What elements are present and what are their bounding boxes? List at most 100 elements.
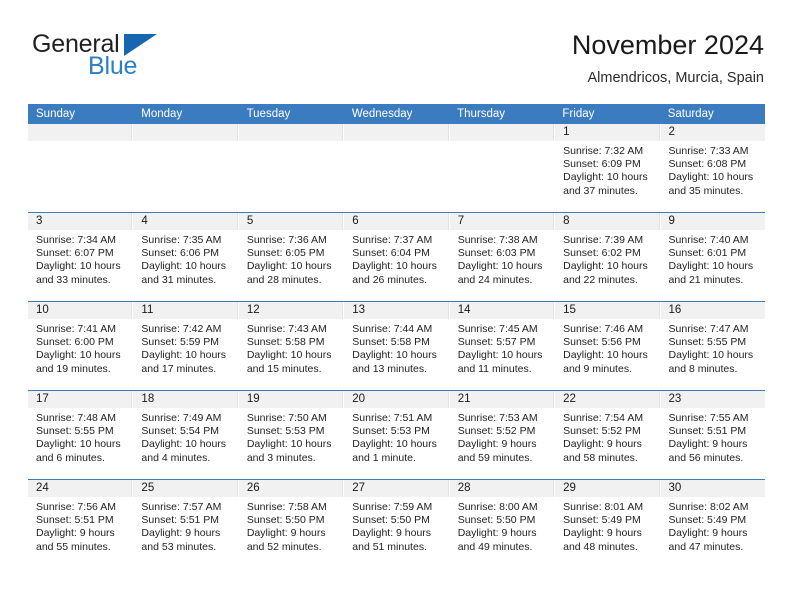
day-number-band: 13 — [344, 302, 449, 319]
sunrise-text: Sunrise: 7:46 AM — [563, 323, 644, 335]
sunrise-text: Sunrise: 7:50 AM — [246, 412, 327, 424]
day-number: 23 — [668, 393, 682, 405]
calendar-day-cell[interactable]: 7 Sunrise: 7:38 AM Sunset: 6:03 PM Daylight… — [449, 213, 556, 301]
weekday-header-row: Sunday Monday Tuesday Wednesday Thursday… — [28, 104, 765, 124]
sunset-text: Sunset: 6:01 PM — [668, 247, 747, 260]
daylight-text-line1: Daylight: 10 hours — [352, 349, 437, 362]
calendar-day-cell[interactable]: 24 Sunrise: 7:56 AM Sunset: 5:51 PM Dayligh… — [28, 480, 134, 568]
calendar-day-cell[interactable]: 28 Sunrise: 8:00 AM Sunset: 5:50 PM Dayligh… — [449, 480, 556, 568]
brand-logo[interactable]: General Blue — [28, 32, 208, 88]
day-number-band: 25 — [133, 480, 238, 497]
daylight-text-line1: Daylight: 10 hours — [36, 438, 121, 451]
weekday-header-monday: Monday — [141, 108, 183, 120]
sunset-text: Sunset: 6:04 PM — [352, 247, 430, 260]
calendar-day-cell[interactable]: 21 Sunrise: 7:53 AM Sunset: 5:52 PM Dayligh… — [449, 391, 556, 479]
day-number-band: 15 — [555, 302, 660, 319]
calendar-day-cell[interactable]: 20 Sunrise: 7:51 AM Sunset: 5:53 PM Dayligh… — [344, 391, 450, 479]
calendar-day-cell[interactable]: 23 Sunrise: 7:55 AM Sunset: 5:51 PM Dayligh… — [660, 391, 765, 479]
daylight-text-line1: Daylight: 10 hours — [668, 349, 754, 362]
calendar-day-cell[interactable]: 17 Sunrise: 7:48 AM Sunset: 5:55 PM Dayligh… — [28, 391, 134, 479]
day-number: 16 — [668, 304, 682, 316]
daylight-text-line1: Daylight: 9 hours — [668, 527, 748, 540]
calendar-day-cell[interactable]: 29 Sunrise: 8:01 AM Sunset: 5:49 PM Dayligh… — [555, 480, 661, 568]
daylight-text-line2: and 3 minutes. — [246, 451, 316, 464]
day-details: Sunrise: 7:58 AM Sunset: 5:50 PM Daylight:… — [239, 497, 343, 554]
sunset-text: Sunset: 5:52 PM — [563, 425, 641, 438]
calendar-day-cell[interactable]: 1 Sunrise: 7:32 AM Sunset: 6:09 PM Daylight… — [555, 124, 661, 212]
calendar-day-cell[interactable]: 18 Sunrise: 7:49 AM Sunset: 5:54 PM Dayligh… — [133, 391, 239, 479]
day-number-band: 11 — [133, 302, 238, 319]
daylight-text-line2: and 28 minutes. — [246, 273, 322, 286]
day-number-band: 27 — [344, 480, 449, 497]
day-details: Sunrise: 7:56 AM Sunset: 5:51 PM Daylight:… — [28, 497, 132, 554]
calendar-day-cell[interactable]: 10 Sunrise: 7:41 AM Sunset: 6:00 PM Dayligh… — [28, 302, 134, 390]
calendar-day-cell[interactable]: 27 Sunrise: 7:59 AM Sunset: 5:50 PM Dayligh… — [344, 480, 450, 568]
sunset-text: Sunset: 5:50 PM — [457, 514, 536, 527]
calendar-day-cell[interactable]: 8 Sunrise: 7:39 AM Sunset: 6:02 PM Daylight… — [555, 213, 661, 301]
daylight-text-line2: and 56 minutes. — [668, 451, 744, 464]
calendar-weeks: 1 Sunrise: 7:32 AM Sunset: 6:09 PM Daylight… — [28, 124, 765, 568]
calendar-day-cell[interactable]: 5 Sunrise: 7:36 AM Sunset: 6:05 PM Daylight… — [238, 213, 345, 301]
calendar-day-cell[interactable]: 26 Sunrise: 7:58 AM Sunset: 5:50 PM Dayligh… — [238, 480, 345, 568]
weekday-header-friday: Friday — [562, 108, 595, 120]
daylight-text-line2: and 26 minutes. — [352, 273, 427, 286]
calendar-day-cell[interactable]: 2 Sunrise: 7:33 AM Sunset: 6:08 PM Daylight… — [660, 124, 765, 212]
calendar-day-cell[interactable]: 11 Sunrise: 7:42 AM Sunset: 5:59 PM Dayligh… — [133, 302, 239, 390]
day-number-band: 12 — [238, 302, 344, 319]
day-number: 25 — [141, 482, 155, 494]
sunrise-text: Sunrise: 7:57 AM — [141, 501, 222, 513]
location-subtitle: Almendricos, Murcia, Spain — [587, 70, 765, 86]
sunrise-text: Sunrise: 8:00 AM — [457, 501, 538, 513]
calendar-day-cell[interactable]: 3 Sunrise: 7:34 AM Sunset: 6:07 PM Daylight… — [28, 213, 134, 301]
day-details: Sunrise: 7:36 AM Sunset: 6:05 PM Daylight:… — [239, 230, 343, 287]
day-details: Sunrise: 8:02 AM Sunset: 5:49 PM Daylight:… — [661, 497, 765, 554]
day-number-band — [344, 124, 449, 141]
calendar-day-cell[interactable]: 13 Sunrise: 7:44 AM Sunset: 5:58 PM Dayligh… — [344, 302, 450, 390]
sunset-text: Sunset: 5:49 PM — [668, 514, 747, 527]
calendar-day-cell[interactable]: 14 Sunrise: 7:45 AM Sunset: 5:57 PM Dayligh… — [449, 302, 556, 390]
day-number: 19 — [246, 393, 260, 405]
calendar-day-cell[interactable]: 4 Sunrise: 7:35 AM Sunset: 6:06 PM Daylight… — [133, 213, 239, 301]
day-details: Sunrise: 7:34 AM Sunset: 6:07 PM Daylight:… — [28, 230, 132, 287]
day-number: 27 — [352, 482, 366, 494]
day-number-band: 9 — [660, 213, 765, 230]
daylight-text-line1: Daylight: 10 hours — [457, 260, 543, 273]
day-details: Sunrise: 7:51 AM Sunset: 5:53 PM Daylight:… — [344, 408, 448, 465]
daylight-text-line1: Daylight: 9 hours — [563, 438, 642, 451]
day-number: 15 — [563, 304, 576, 316]
daylight-text-line1: Daylight: 10 hours — [668, 171, 754, 184]
day-details: Sunrise: 7:46 AM Sunset: 5:56 PM Daylight:… — [555, 319, 659, 376]
sunset-text: Sunset: 6:06 PM — [141, 247, 220, 260]
sunset-text: Sunset: 5:52 PM — [457, 425, 536, 438]
sunrise-text: Sunrise: 7:32 AM — [563, 145, 644, 157]
day-number: 8 — [563, 215, 570, 227]
calendar-day-cell[interactable]: 6 Sunrise: 7:37 AM Sunset: 6:04 PM Daylight… — [344, 213, 450, 301]
day-number: 3 — [36, 215, 43, 227]
sunrise-text: Sunrise: 7:45 AM — [457, 323, 538, 335]
calendar-day-cell[interactable]: 22 Sunrise: 7:54 AM Sunset: 5:52 PM Dayligh… — [555, 391, 661, 479]
calendar-day-cell[interactable]: 30 Sunrise: 8:02 AM Sunset: 5:49 PM Dayligh… — [660, 480, 765, 568]
calendar-day-cell[interactable]: 9 Sunrise: 7:40 AM Sunset: 6:01 PM Daylight… — [660, 213, 765, 301]
sunrise-text: Sunrise: 7:56 AM — [36, 501, 116, 513]
daylight-text-line1: Daylight: 10 hours — [36, 260, 121, 273]
day-number-band: 23 — [660, 391, 765, 408]
calendar-day-cell[interactable]: 19 Sunrise: 7:50 AM Sunset: 5:53 PM Dayligh… — [238, 391, 345, 479]
calendar-day-cell[interactable]: 25 Sunrise: 7:57 AM Sunset: 5:51 PM Dayligh… — [133, 480, 239, 568]
day-number-band: 6 — [344, 213, 449, 230]
day-number: 20 — [352, 393, 366, 405]
weekday-header-wednesday: Wednesday — [351, 108, 413, 120]
day-number: 14 — [457, 304, 471, 316]
calendar-day-cell[interactable]: 16 Sunrise: 7:47 AM Sunset: 5:55 PM Dayligh… — [660, 302, 765, 390]
calendar-day-cell[interactable]: 12 Sunrise: 7:43 AM Sunset: 5:58 PM Dayligh… — [238, 302, 345, 390]
sunset-text: Sunset: 5:55 PM — [668, 336, 747, 349]
daylight-text-line2: and 52 minutes. — [246, 540, 322, 553]
day-number: 12 — [246, 304, 260, 316]
day-number: 7 — [457, 215, 465, 227]
daylight-text-line1: Daylight: 10 hours — [141, 438, 227, 451]
day-number-band: 3 — [28, 213, 133, 230]
day-number-band: 10 — [28, 302, 133, 319]
day-details: Sunrise: 8:01 AM Sunset: 5:49 PM Daylight:… — [555, 497, 659, 554]
sunset-text: Sunset: 6:05 PM — [246, 247, 325, 260]
daylight-text-line2: and 53 minutes. — [141, 540, 217, 553]
calendar-day-cell[interactable]: 15 Sunrise: 7:46 AM Sunset: 5:56 PM Dayligh… — [555, 302, 661, 390]
